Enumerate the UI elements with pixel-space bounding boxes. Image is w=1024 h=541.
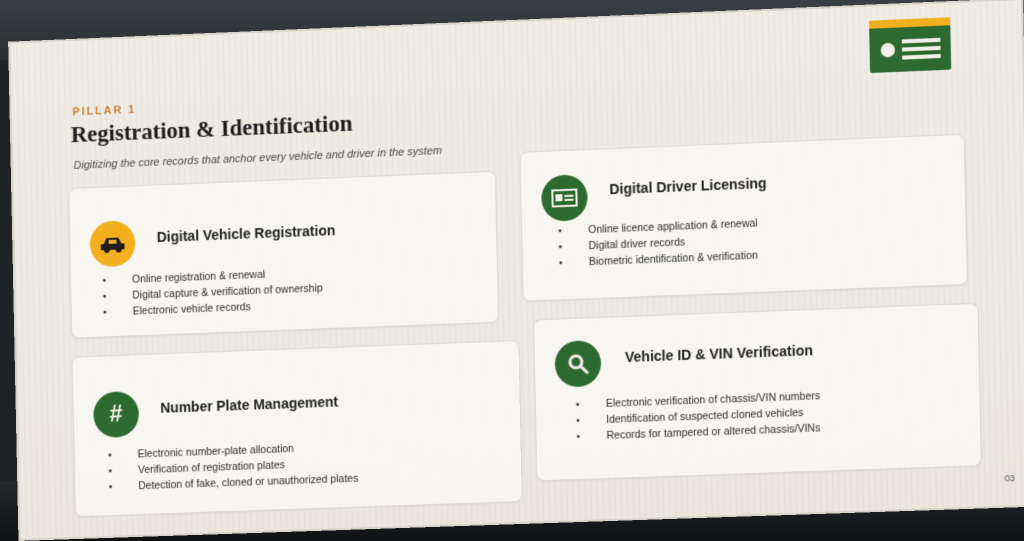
slide-subtitle: Digitizing the core records that anchor … xyxy=(73,144,443,172)
magnifier-icon xyxy=(554,339,602,388)
card-title: Digital Driver Licensing xyxy=(609,174,767,198)
card-vin-verification: Vehicle ID & VIN Verification Electronic… xyxy=(532,302,982,482)
card-bullet-list: Electronic verification of chassis/VIN n… xyxy=(576,388,821,445)
presentation-slide: PILLAR 1 Registration & Identification D… xyxy=(10,0,1024,539)
pillar-label: PILLAR 1 xyxy=(72,103,137,119)
card-title: Digital Vehicle Registration xyxy=(156,222,336,246)
hash-icon: # xyxy=(93,390,140,439)
card-driver-licensing: Digital Driver Licensing Online licence … xyxy=(519,133,968,302)
car-icon xyxy=(89,220,136,268)
id-card-banner-icon xyxy=(868,17,952,74)
card-number-plate: # Number Plate Management Electronic num… xyxy=(71,339,523,518)
page-number: 03 xyxy=(1004,473,1015,484)
card-bullet-list: Online licence application & renewal Dig… xyxy=(558,215,759,271)
card-bullet-list: Electronic number-plate allocation Verif… xyxy=(108,439,359,495)
card-bullet-list: Online registration & renewal Digital ca… xyxy=(102,264,323,320)
id-card-icon xyxy=(540,174,588,222)
card-vehicle-registration: Digital Vehicle Registration Online regi… xyxy=(68,170,500,339)
card-title: Vehicle ID & VIN Verification xyxy=(624,342,814,366)
card-title: Number Plate Management xyxy=(160,393,339,416)
